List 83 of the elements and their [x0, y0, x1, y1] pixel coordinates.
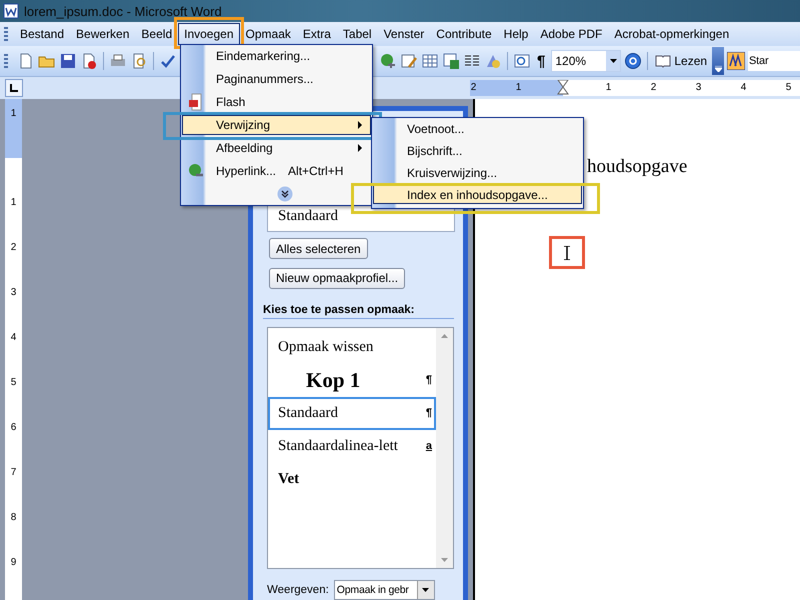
chevron-down-icon	[277, 186, 293, 202]
read-button[interactable]: Lezen	[653, 52, 710, 70]
menu-item[interactable]: Index en inhoudsopgave...	[373, 185, 582, 204]
menu-item[interactable]: Help	[498, 23, 534, 45]
help-icon[interactable]	[624, 52, 642, 70]
menu-item[interactable]: Acrobat-opmerkingen	[608, 23, 736, 45]
document-heading: houdsopgave	[587, 156, 688, 178]
ruler-number: 5	[784, 81, 792, 95]
table-pencil-icon[interactable]	[400, 52, 418, 70]
book-icon	[655, 54, 672, 68]
menu-item[interactable]: Paginanummers...	[182, 69, 371, 89]
menu-item[interactable]: Afbeelding	[182, 138, 371, 158]
style-type-mark: ¶	[426, 407, 432, 420]
ruler-number: 8	[10, 511, 18, 525]
style-item[interactable]: Vet	[268, 462, 436, 496]
menu-item[interactable]: Bewerken	[70, 23, 136, 45]
menu-item[interactable]: Tabel	[336, 23, 378, 45]
ruler-number: 4	[10, 331, 18, 345]
style-item[interactable]: Opmaak wissen	[268, 330, 436, 364]
ruler-number: 6	[10, 421, 18, 435]
toolbar-options-button[interactable]	[712, 47, 724, 75]
save-icon[interactable]	[59, 52, 77, 70]
document-map-icon[interactable]	[513, 52, 531, 70]
scroll-up-icon[interactable]	[441, 334, 448, 338]
ruler-number: 2	[650, 81, 658, 95]
show-formatting-button[interactable]: ¶	[534, 52, 548, 70]
menu-item[interactable]: Eindemarkering...	[182, 46, 371, 66]
dropdown-arrow-icon	[610, 59, 617, 63]
select-all-button[interactable]: Alles selecteren	[269, 238, 368, 260]
style-item[interactable]: Standaardalinea-lett a	[268, 430, 436, 463]
window-title: lorem_ipsum.doc - Microsoft Word	[24, 4, 222, 18]
ruler-number: 1	[10, 196, 18, 210]
menu-item[interactable]: Verwijzing	[182, 115, 371, 135]
ruler-number: 3	[10, 286, 18, 300]
menu-item[interactable]: Hyperlink... Alt+Ctrl+H	[182, 161, 371, 181]
dropdown-arrow-icon	[422, 588, 430, 592]
list-heading: Kies toe te passen opmaak:	[263, 304, 454, 319]
ruler-number: 5	[10, 376, 18, 390]
menu-item[interactable]: Bijschrift...	[373, 141, 582, 160]
ruler-number: 9	[10, 556, 18, 570]
style-item[interactable]: Kop 1 ¶	[268, 364, 436, 397]
menu-item[interactable]: Invoegen	[178, 23, 240, 45]
scrollbar[interactable]	[436, 328, 453, 568]
document-app-icon	[3, 3, 19, 19]
ruler-number: 1	[514, 81, 522, 95]
chevron-icon	[714, 66, 722, 72]
tab-selector-button[interactable]	[5, 79, 23, 97]
menu-item[interactable]: Contribute	[430, 23, 498, 45]
globe-icon[interactable]	[379, 52, 397, 70]
toolbar-grip[interactable]	[4, 27, 8, 41]
menu-item[interactable]: Flash	[182, 92, 371, 112]
styles-icon[interactable]	[727, 52, 746, 70]
tab-stop-icon	[10, 84, 18, 92]
submenu-arrow-icon	[358, 144, 362, 152]
menu-item[interactable]: Venster	[378, 23, 430, 45]
menu-item[interactable]: Adobe PDF	[534, 23, 608, 45]
menu-item[interactable]: Kruisverwijzing...	[373, 163, 582, 182]
ruler-number: 7	[10, 466, 18, 480]
style-type-mark: ¶	[426, 374, 432, 386]
menu-item[interactable]: Bestand	[14, 23, 70, 45]
toolbar-grip[interactable]	[4, 54, 8, 68]
table-icon[interactable]	[421, 52, 439, 70]
menu-item[interactable]: Opmaak	[240, 23, 297, 45]
ruler-number: 2	[10, 241, 18, 255]
scroll-down-icon[interactable]	[441, 558, 448, 562]
menu-item[interactable]: Extra	[296, 23, 337, 45]
style-field[interactable]: Star	[748, 51, 800, 71]
ruler-number: 4	[740, 81, 748, 95]
text-cursor-icon	[564, 246, 570, 260]
style-item[interactable]: Standaard ¶	[268, 396, 436, 430]
style-type-mark: a	[426, 440, 432, 452]
ruler-number: 1	[10, 106, 16, 120]
submenu-arrow-icon	[358, 121, 362, 129]
show-select[interactable]: Opmaak in gebr	[334, 580, 435, 600]
show-label: Weergeven:	[267, 584, 329, 596]
new-style-button[interactable]: Nieuw opmaakprofiel...	[269, 268, 406, 289]
zoom-field[interactable]: 120%	[551, 50, 622, 72]
ruler-number: 2	[470, 81, 478, 95]
menu-item[interactable]: Beeld	[135, 23, 178, 45]
menu-item[interactable]: Voetnoot...	[373, 119, 582, 138]
spreadsheet-icon[interactable]	[442, 52, 460, 70]
ruler-number: 3	[694, 81, 702, 95]
ruler-number: 1	[604, 81, 612, 95]
